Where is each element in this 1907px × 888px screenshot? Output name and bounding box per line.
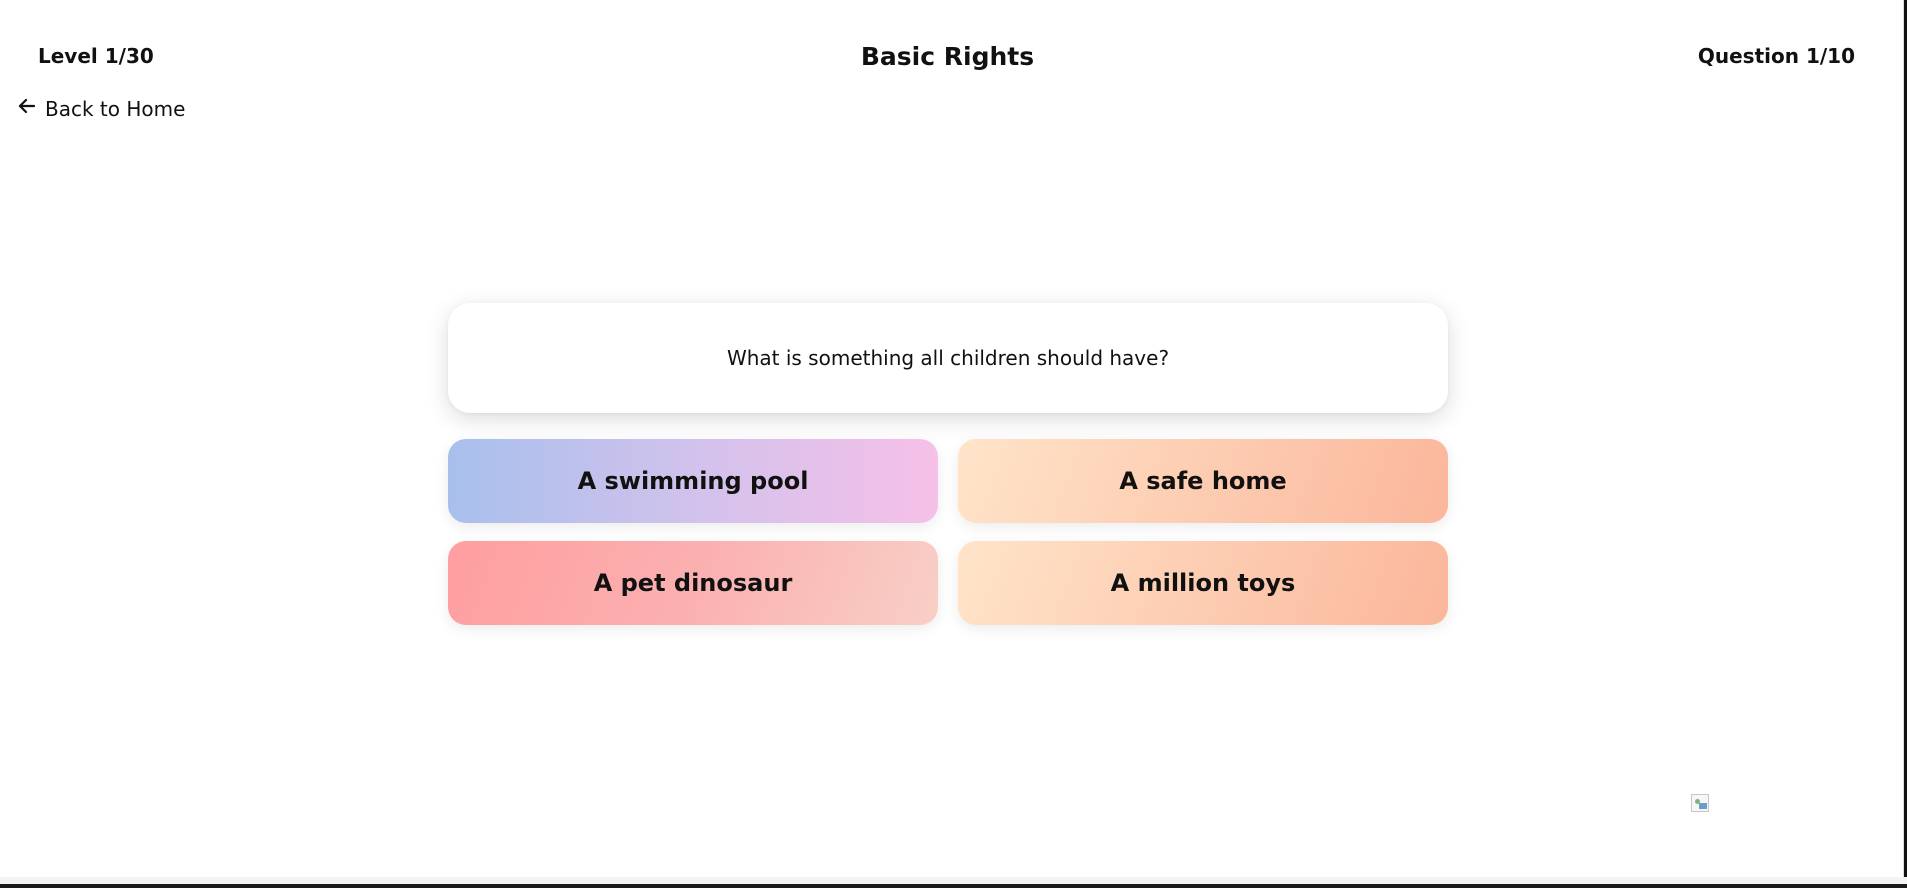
answer-label: A safe home	[1119, 467, 1287, 495]
answer-label: A million toys	[1110, 569, 1296, 597]
question-card: What is something all children should ha…	[448, 303, 1448, 413]
game-screen: Level 1/30 Basic Rights Question 1/10 Ba…	[0, 0, 1904, 878]
answer-button-1[interactable]: A swimming pool	[448, 439, 938, 523]
window-bottom-edge	[0, 877, 1907, 888]
question-counter: Question 1/10	[1697, 44, 1855, 68]
answer-button-2[interactable]: A safe home	[958, 439, 1448, 523]
question-text: What is something all children should ha…	[726, 346, 1170, 370]
answer-label: A pet dinosaur	[593, 569, 793, 597]
broken-image-icon	[1691, 794, 1709, 812]
back-to-home-link[interactable]: Back to Home	[17, 96, 185, 121]
back-link-label: Back to Home	[45, 96, 186, 121]
answer-button-3[interactable]: A pet dinosaur	[448, 541, 938, 625]
answer-button-4[interactable]: A million toys	[958, 541, 1448, 625]
answer-label: A swimming pool	[577, 467, 809, 495]
page-title: Basic Rights	[860, 42, 1035, 71]
arrow-left-icon	[17, 96, 37, 121]
